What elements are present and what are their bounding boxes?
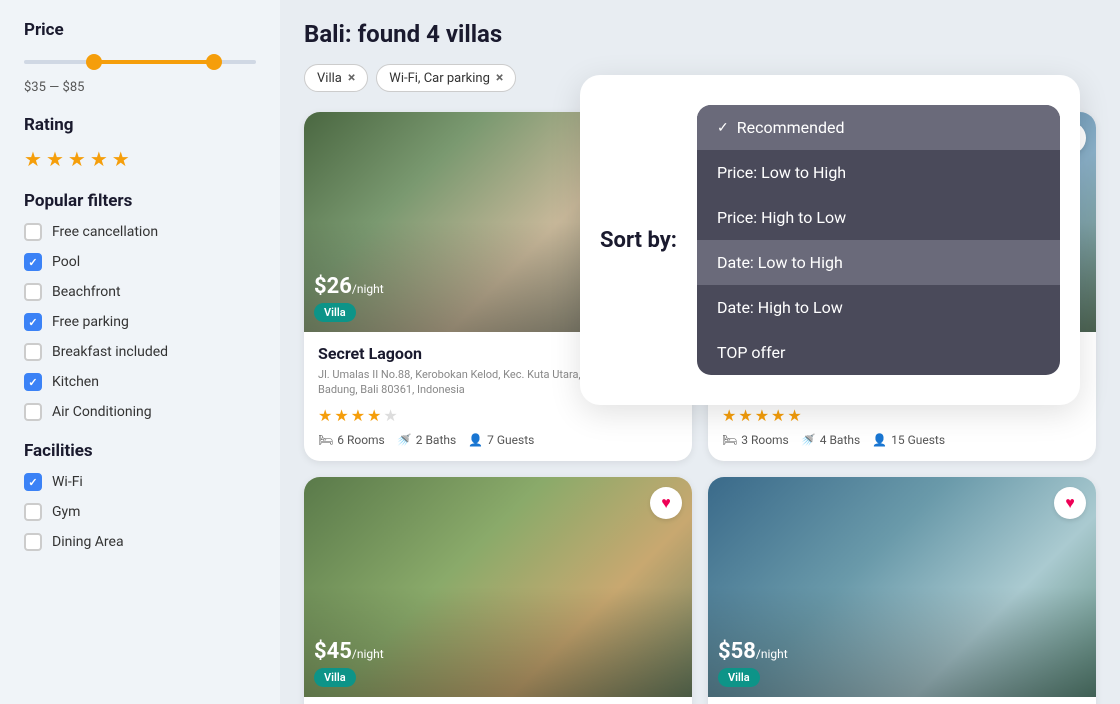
- checkbox-wifi[interactable]: [24, 473, 42, 491]
- sort-option-date-low-high[interactable]: Date: Low to High: [697, 240, 1060, 285]
- filter-breakfast-included[interactable]: Breakfast included: [24, 343, 256, 361]
- filter-dining-area[interactable]: Dining Area: [24, 533, 256, 551]
- price-filter-title: Price: [24, 20, 256, 40]
- filter-air-conditioning-label: Air Conditioning: [52, 404, 152, 420]
- sidebar: Price $35 — $85 Rating ★ ★ ★ ★ ★ Popular…: [0, 0, 280, 704]
- filter-pool[interactable]: Pool: [24, 253, 256, 271]
- checkbox-free-parking[interactable]: [24, 313, 42, 331]
- filter-kitchen[interactable]: Kitchen: [24, 373, 256, 391]
- filter-air-conditioning[interactable]: Air Conditioning: [24, 403, 256, 421]
- sort-option-date-high-low[interactable]: Date: High to Low: [697, 285, 1060, 330]
- sort-option-price-low-high[interactable]: Price: Low to High: [697, 150, 1060, 195]
- sort-label: Sort by:: [600, 228, 677, 253]
- filter-gym[interactable]: Gym: [24, 503, 256, 521]
- filter-beachfront-label: Beachfront: [52, 284, 121, 300]
- checkbox-gym[interactable]: [24, 503, 42, 521]
- filter-kitchen-label: Kitchen: [52, 374, 99, 390]
- sort-option-price-high-low[interactable]: Price: High to Low: [697, 195, 1060, 240]
- sort-option-top-offer-label: TOP offer: [717, 343, 785, 362]
- filter-pool-label: Pool: [52, 254, 80, 270]
- price-range-labels: $35 — $85: [24, 80, 256, 95]
- checkbox-breakfast-included[interactable]: [24, 343, 42, 361]
- rating-filter-section: Rating ★ ★ ★ ★ ★: [24, 115, 256, 171]
- filter-beachfront[interactable]: Beachfront: [24, 283, 256, 301]
- range-thumb-left[interactable]: [86, 54, 102, 70]
- results-header: Bali: found 4 villas: [304, 20, 1096, 48]
- sort-option-price-low-high-label: Price: Low to High: [717, 163, 846, 182]
- popular-filters-title: Popular filters: [24, 191, 256, 211]
- facilities-title: Facilities: [24, 441, 256, 461]
- filter-dining-area-label: Dining Area: [52, 534, 124, 550]
- rating-stars-row[interactable]: ★ ★ ★ ★ ★: [24, 147, 256, 171]
- checkbox-free-cancellation[interactable]: [24, 223, 42, 241]
- filter-breakfast-included-label: Breakfast included: [52, 344, 168, 360]
- price-range-slider[interactable]: [24, 52, 256, 72]
- checkbox-beachfront[interactable]: [24, 283, 42, 301]
- sort-container: Sort by: ✓ Recommended Price: Low to Hig…: [580, 75, 1080, 405]
- filter-wifi[interactable]: Wi-Fi: [24, 473, 256, 491]
- sort-menu: ✓ Recommended Price: Low to High Price: …: [697, 105, 1060, 375]
- sort-overlay: Sort by: ✓ Recommended Price: Low to Hig…: [280, 65, 1120, 704]
- sort-option-date-low-high-label: Date: Low to High: [717, 253, 843, 272]
- results-title: Bali: found 4 villas: [304, 20, 502, 48]
- sort-option-price-high-low-label: Price: High to Low: [717, 208, 846, 227]
- sort-check-recommended: ✓: [717, 120, 729, 136]
- sort-option-date-high-low-label: Date: High to Low: [717, 298, 843, 317]
- rating-filter-title: Rating: [24, 115, 256, 135]
- range-fill: [94, 60, 215, 64]
- star-4[interactable]: ★: [90, 147, 108, 171]
- popular-filters-section: Popular filters Free cancellation Pool B…: [24, 191, 256, 421]
- sort-option-recommended-label: Recommended: [737, 118, 845, 137]
- filter-free-parking-label: Free parking: [52, 314, 129, 330]
- price-filter-section: Price $35 — $85: [24, 20, 256, 95]
- checkbox-dining-area[interactable]: [24, 533, 42, 551]
- facilities-filter-section: Facilities Wi-Fi Gym Dining Area: [24, 441, 256, 551]
- filter-free-cancellation[interactable]: Free cancellation: [24, 223, 256, 241]
- star-2[interactable]: ★: [46, 147, 64, 171]
- checkbox-pool[interactable]: [24, 253, 42, 271]
- star-3[interactable]: ★: [68, 147, 86, 171]
- filter-free-parking[interactable]: Free parking: [24, 313, 256, 331]
- checkbox-air-conditioning[interactable]: [24, 403, 42, 421]
- filter-free-cancellation-label: Free cancellation: [52, 224, 158, 240]
- star-5[interactable]: ★: [112, 147, 130, 171]
- star-1[interactable]: ★: [24, 147, 42, 171]
- filter-gym-label: Gym: [52, 504, 80, 520]
- checkbox-kitchen[interactable]: [24, 373, 42, 391]
- range-thumb-right[interactable]: [206, 54, 222, 70]
- sort-option-top-offer[interactable]: TOP offer: [697, 330, 1060, 375]
- filter-wifi-label: Wi-Fi: [52, 474, 83, 490]
- sort-option-recommended[interactable]: ✓ Recommended: [697, 105, 1060, 150]
